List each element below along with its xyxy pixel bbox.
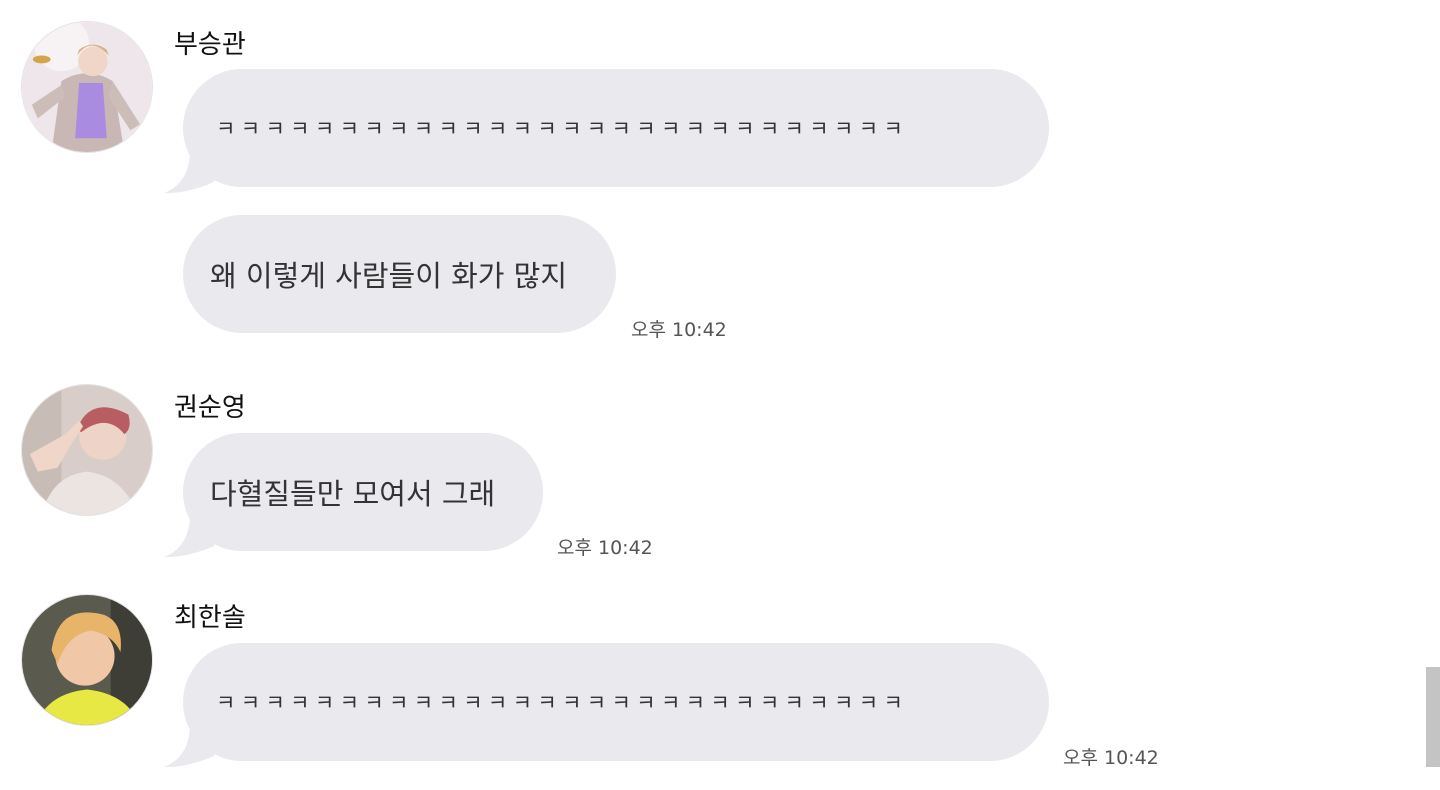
sender-name: 권순영 (174, 393, 246, 423)
message-timestamp: 오후 10:42 (1063, 747, 1159, 769)
message-bubble[interactable]: 다혈질들만 모여서 그래 (183, 433, 543, 551)
avatar[interactable] (21, 21, 153, 153)
message-text: ㅋㅋㅋㅋㅋㅋㅋㅋㅋㅋㅋㅋㅋㅋㅋㅋㅋㅋㅋㅋㅋㅋㅋㅋㅋㅋㅋㅋ (216, 117, 909, 141)
avatar[interactable] (21, 384, 153, 516)
message-text: 왜 이렇게 사람들이 화가 많지 (210, 259, 568, 293)
message-timestamp: 오후 10:42 (557, 537, 653, 559)
sender-name: 최한솔 (174, 603, 246, 633)
profile-photo-icon (22, 385, 152, 515)
scrollbar-thumb[interactable] (1426, 667, 1440, 767)
message-text: ㅋㅋㅋㅋㅋㅋㅋㅋㅋㅋㅋㅋㅋㅋㅋㅋㅋㅋㅋㅋㅋㅋㅋㅋㅋㅋㅋㅋ (216, 691, 909, 715)
profile-photo-icon (22, 595, 152, 725)
message-bubble[interactable]: ㅋㅋㅋㅋㅋㅋㅋㅋㅋㅋㅋㅋㅋㅋㅋㅋㅋㅋㅋㅋㅋㅋㅋㅋㅋㅋㅋㅋ (183, 69, 1049, 187)
message-timestamp: 오후 10:42 (631, 319, 727, 341)
profile-photo-icon (22, 22, 152, 152)
message-bubble[interactable]: ㅋㅋㅋㅋㅋㅋㅋㅋㅋㅋㅋㅋㅋㅋㅋㅋㅋㅋㅋㅋㅋㅋㅋㅋㅋㅋㅋㅋ (183, 643, 1049, 761)
chat-message-list[interactable]: 부승관 ㅋㅋㅋㅋㅋㅋㅋㅋㅋㅋㅋㅋㅋㅋㅋㅋㅋㅋㅋㅋㅋㅋㅋㅋㅋㅋㅋㅋ 왜 이렇게 사… (0, 0, 1440, 790)
avatar[interactable] (21, 594, 153, 726)
sender-name: 부승관 (174, 30, 246, 60)
message-bubble[interactable]: 왜 이렇게 사람들이 화가 많지 (183, 215, 616, 333)
message-text: 다혈질들만 모여서 그래 (210, 477, 496, 511)
